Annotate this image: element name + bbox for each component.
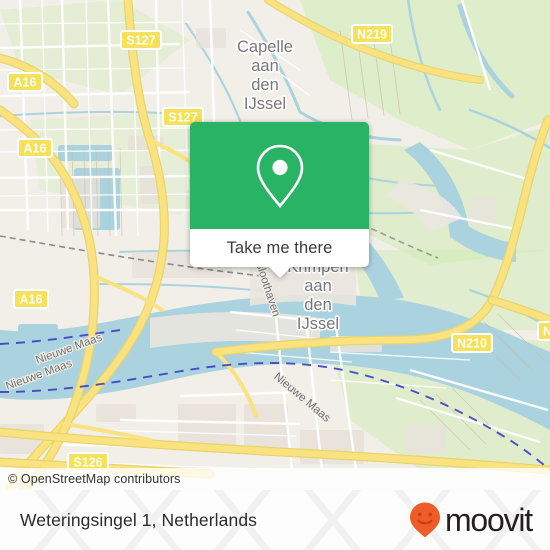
map-attribution: © OpenStreetMap contributors	[0, 468, 550, 490]
moovit-wordmark: moovit	[444, 502, 533, 538]
moovit-logo[interactable]: moovit	[408, 501, 533, 539]
moovit-map-screen: .w{fill:#aad3df} .g{fill:#cdebb0} .gl{fi…	[0, 0, 550, 550]
take-me-there-label: Take me there	[226, 238, 333, 257]
take-me-there-button[interactable]: Take me there	[190, 229, 369, 267]
attribution-text: © OpenStreetMap contributors	[8, 472, 181, 486]
popup-pointer-tail	[267, 266, 292, 278]
popup-marker-panel	[190, 122, 369, 229]
footer-bar: Weteringsingel 1, Netherlands moovit	[0, 490, 550, 550]
map-pin-icon	[256, 144, 303, 208]
address-label: Weteringsingel 1, Netherlands	[20, 509, 258, 530]
moovit-smiley-pin-icon	[409, 502, 440, 538]
location-popup-card[interactable]: Take me there	[190, 122, 369, 278]
